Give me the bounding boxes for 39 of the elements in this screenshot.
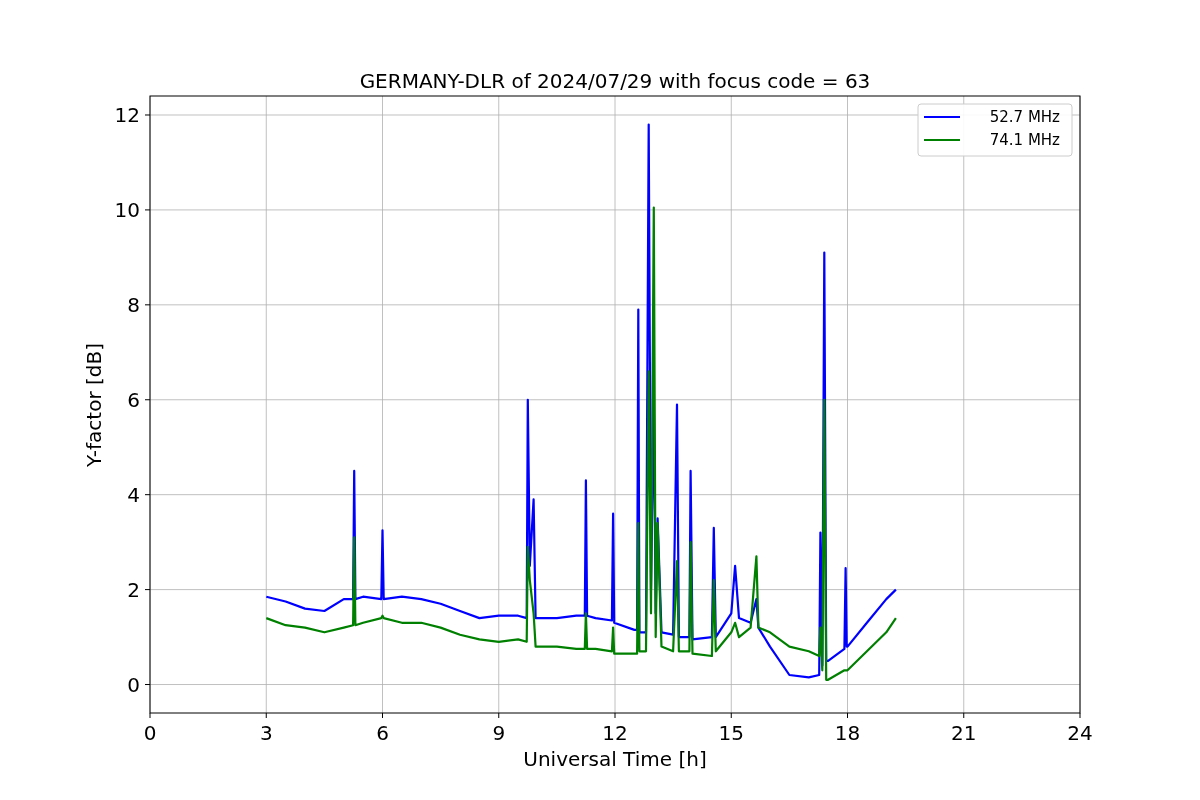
- tick-mark: [963, 712, 965, 719]
- y-tick-label: 0: [127, 672, 140, 697]
- x-tick-label: 21: [951, 721, 977, 745]
- x-tick-label: 9: [492, 721, 506, 745]
- legend-line-icon: [924, 115, 960, 119]
- tick-mark: [144, 304, 151, 306]
- x-tick-label: 15: [718, 721, 744, 745]
- chart-title: GERMANY-DLR of 2024/07/29 with focus code = 63: [359, 69, 871, 93]
- tick-mark: [144, 494, 151, 496]
- y-tick-label: 4: [127, 482, 140, 507]
- legend-label: 52.7 MHz: [989, 108, 1060, 126]
- tick-mark: [498, 712, 500, 719]
- tick-mark: [847, 712, 848, 719]
- y-tick-label: 10: [114, 197, 140, 222]
- x-tick-label: 3: [259, 721, 273, 745]
- tick-mark: [144, 684, 151, 685]
- tick-mark: [144, 399, 151, 401]
- x-axis-label: Universal Time [h]: [523, 747, 707, 771]
- tick-mark: [144, 209, 151, 211]
- y-tick-label: 12: [114, 103, 140, 127]
- tick-mark: [382, 712, 383, 719]
- x-tick-label: 0: [143, 721, 157, 745]
- tick-mark: [614, 712, 616, 719]
- legend-label: 74.1 MHz: [989, 131, 1060, 149]
- y-tick-label: 8: [127, 292, 140, 317]
- y-axis-label: Y-factor [dB]: [82, 343, 106, 467]
- tick-mark: [1079, 712, 1081, 719]
- y-tick-label: 6: [127, 387, 140, 412]
- tick-mark: [144, 114, 151, 116]
- tick-mark: [265, 712, 267, 719]
- x-tick-label: 24: [1067, 721, 1093, 745]
- tick-mark: [149, 712, 151, 719]
- x-tick-label: 12: [602, 721, 628, 745]
- x-tick-label: 18: [834, 721, 861, 745]
- x-tick-label: 6: [376, 721, 389, 745]
- y-tick-label: 2: [127, 577, 140, 602]
- tick-mark: [144, 589, 151, 591]
- legend-line-icon: [924, 138, 960, 142]
- tick-mark: [730, 712, 732, 719]
